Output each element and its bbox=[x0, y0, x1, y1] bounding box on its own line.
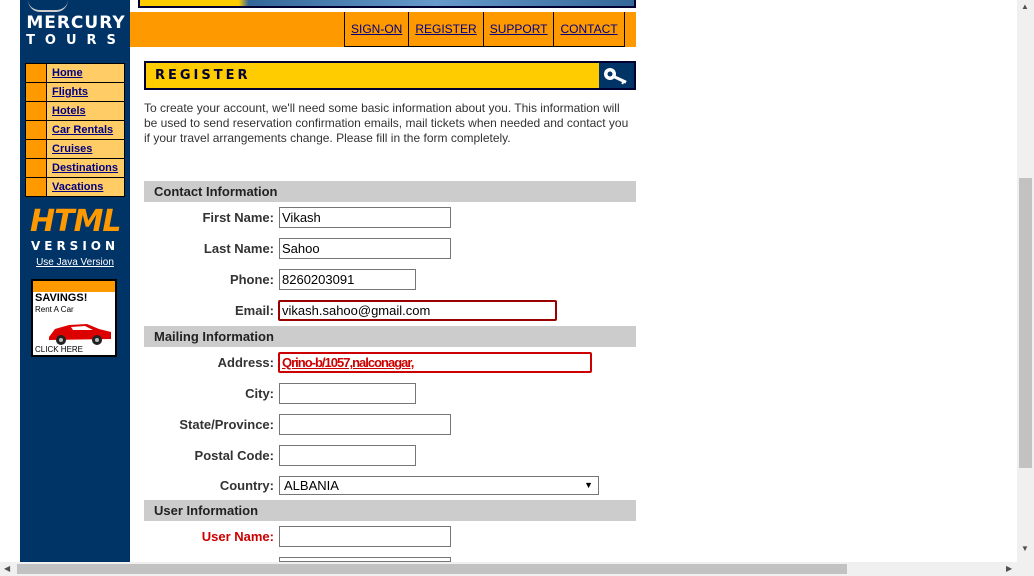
support-link[interactable]: SUPPORT bbox=[482, 12, 554, 47]
top-banner bbox=[138, 0, 636, 8]
nav-link[interactable]: Flights bbox=[52, 86, 88, 98]
nav-bullet bbox=[26, 178, 46, 196]
section-user-info: User Information bbox=[144, 500, 636, 521]
state-label: State/Province: bbox=[179, 417, 274, 432]
key-icon bbox=[599, 63, 634, 88]
dropdown-arrow-icon: ▼ bbox=[584, 480, 593, 490]
scroll-down-icon[interactable]: ▼ bbox=[1021, 544, 1029, 553]
logo-mercury: MERCURY bbox=[26, 13, 126, 33]
nav-link[interactable]: Car Rentals bbox=[52, 124, 113, 136]
version-word: VERSION bbox=[30, 239, 120, 253]
logo-swoosh-icon bbox=[28, 0, 68, 12]
email-label: Email: bbox=[234, 303, 274, 318]
section-mailing-info: Mailing Information bbox=[144, 326, 636, 347]
nav-bullet bbox=[26, 64, 46, 82]
nav-bullet bbox=[26, 159, 46, 177]
first-name-label: First Name: bbox=[202, 210, 274, 225]
nav-link[interactable]: Home bbox=[52, 67, 83, 79]
top-links: SIGN-ON REGISTER SUPPORT CONTACT bbox=[344, 12, 625, 47]
scroll-left-icon[interactable]: ◀ bbox=[4, 564, 10, 573]
html-word: HTML bbox=[30, 204, 122, 239]
username-input[interactable] bbox=[279, 526, 451, 547]
address-label: Address: bbox=[217, 355, 274, 370]
nav-item-cruises[interactable]: Cruises bbox=[25, 140, 125, 158]
country-value: ALBANIA bbox=[284, 478, 339, 493]
nav-item-home[interactable]: Home bbox=[25, 64, 125, 82]
vertical-scroll-thumb[interactable] bbox=[1019, 178, 1032, 468]
savings-ad[interactable]: SAVINGS! Rent A Car CLICK HERE bbox=[31, 279, 117, 357]
ad-top-bar bbox=[33, 281, 115, 292]
email-input[interactable]: vikash.sahoo@gmail.com bbox=[278, 300, 557, 321]
use-java-version-link[interactable]: Use Java Version bbox=[20, 257, 130, 268]
username-label: User Name: bbox=[201, 529, 274, 544]
nav-item-destinations[interactable]: Destinations bbox=[25, 159, 125, 177]
section-contact-info: Contact Information bbox=[144, 181, 636, 202]
scroll-up-icon[interactable]: ▲ bbox=[1021, 2, 1029, 11]
phone-input[interactable]: 8260203091 bbox=[279, 269, 416, 290]
horizontal-scroll-thumb[interactable] bbox=[17, 564, 847, 574]
last-name-input[interactable]: Sahoo bbox=[279, 238, 451, 259]
nav-bullet bbox=[26, 121, 46, 139]
country-select[interactable]: ALBANIA ▼ bbox=[279, 476, 599, 495]
last-name-label: Last Name: bbox=[203, 241, 274, 256]
state-input[interactable] bbox=[279, 414, 451, 435]
sign-on-link[interactable]: SIGN-ON bbox=[344, 12, 409, 47]
ad-cta: CLICK HERE bbox=[35, 345, 84, 354]
register-link[interactable]: REGISTER bbox=[408, 12, 483, 47]
side-nav: Home Flights Hotels Car Rentals Cruises … bbox=[25, 63, 125, 197]
city-label: City: bbox=[245, 386, 274, 401]
nav-item-car-rentals[interactable]: Car Rentals bbox=[25, 121, 125, 139]
postal-code-label: Postal Code: bbox=[194, 448, 274, 463]
logo-tours: TOURS bbox=[26, 33, 126, 48]
nav-link[interactable]: Vacations bbox=[52, 181, 103, 193]
nav-item-vacations[interactable]: Vacations bbox=[25, 178, 125, 196]
horizontal-scrollbar[interactable]: ◀ ▶ bbox=[0, 562, 1034, 576]
html-version-logo: HTML VERSION bbox=[30, 204, 122, 256]
phone-label: Phone: bbox=[229, 272, 274, 287]
country-label: Country: bbox=[219, 478, 274, 493]
address-input[interactable]: Qrino-b/1057,nalconagar, bbox=[278, 352, 592, 373]
vertical-scrollbar[interactable]: ▲ ▼ bbox=[1017, 0, 1034, 562]
nav-link[interactable]: Hotels bbox=[52, 105, 86, 117]
left-sidebar: MERCURY TOURS Home Flights Hotels Car Re… bbox=[20, 0, 130, 562]
first-name-input[interactable]: Vikash bbox=[279, 207, 451, 228]
ad-title: SAVINGS! bbox=[35, 292, 88, 304]
scroll-right-icon[interactable]: ▶ bbox=[1006, 564, 1012, 573]
contact-link[interactable]: CONTACT bbox=[553, 12, 625, 47]
register-title-bar: REGISTER bbox=[144, 61, 636, 90]
nav-bullet bbox=[26, 140, 46, 158]
nav-link[interactable]: Cruises bbox=[52, 143, 92, 155]
nav-bullet bbox=[26, 83, 46, 101]
city-input[interactable] bbox=[279, 383, 416, 404]
postal-code-input[interactable] bbox=[279, 445, 416, 466]
car-icon bbox=[49, 324, 111, 345]
ad-subtitle: Rent A Car bbox=[35, 305, 74, 314]
nav-link[interactable]: Destinations bbox=[52, 162, 118, 174]
nav-item-flights[interactable]: Flights bbox=[25, 83, 125, 101]
intro-text: To create your account, we'll need some … bbox=[144, 101, 629, 145]
nav-item-hotels[interactable]: Hotels bbox=[25, 102, 125, 120]
page-title: REGISTER bbox=[155, 68, 251, 83]
nav-bullet bbox=[26, 102, 46, 120]
